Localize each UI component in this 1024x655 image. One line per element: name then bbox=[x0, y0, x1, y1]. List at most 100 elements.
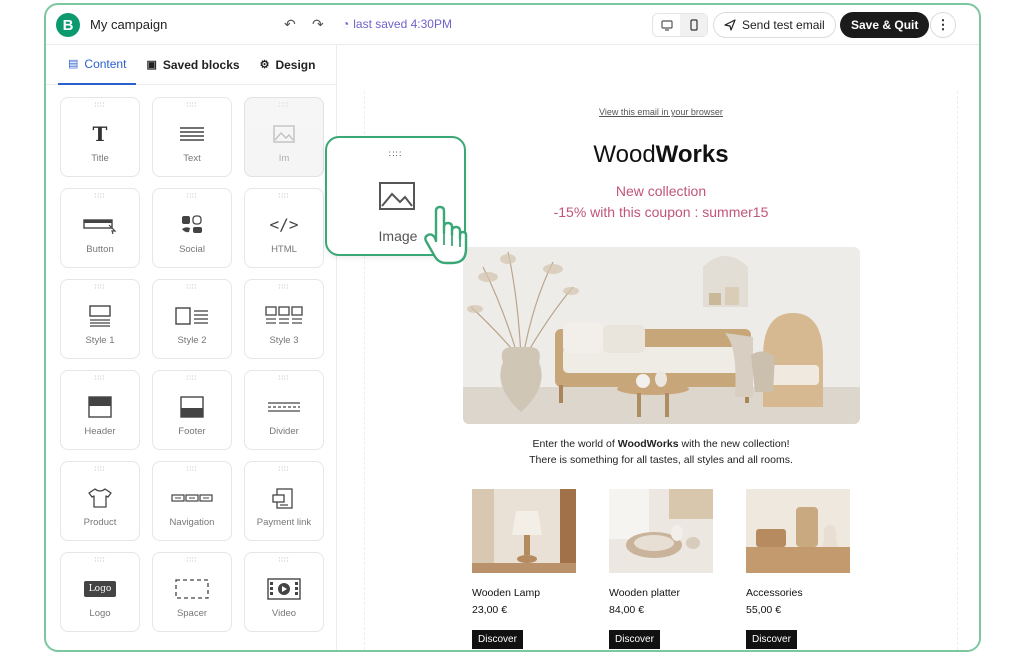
save-quit-button[interactable]: Save & Quit bbox=[840, 12, 930, 38]
block-footer[interactable]: ∷∷ Footer bbox=[152, 370, 232, 450]
block-label: HTML bbox=[271, 243, 297, 255]
product-name: Wooden Lamp bbox=[472, 587, 541, 599]
layout-icon: ▤ bbox=[68, 58, 79, 70]
blocks-sidebar: ▤ Content ▣ Saved blocks ⚙ Design ∷∷ T T… bbox=[46, 45, 337, 650]
sidebar-tabs: ▤ Content ▣ Saved blocks ⚙ Design bbox=[46, 45, 336, 85]
block-divider[interactable]: ∷∷ Divider bbox=[244, 370, 324, 450]
mobile-icon[interactable] bbox=[680, 14, 707, 36]
block-product[interactable]: ∷∷ Product bbox=[60, 461, 140, 541]
drag-handle-icon: ∷∷ bbox=[388, 149, 403, 159]
product-image-accessories[interactable] bbox=[746, 489, 850, 573]
block-label: Navigation bbox=[169, 516, 215, 528]
block-logo[interactable]: ∷∷ Logo Logo bbox=[60, 552, 140, 632]
product-image-lamp[interactable] bbox=[472, 489, 576, 573]
campaign-name[interactable]: My campaign bbox=[90, 17, 167, 32]
block-style-3[interactable]: ∷∷ Style 3 bbox=[244, 279, 324, 359]
tab-content[interactable]: ▤ Content bbox=[58, 45, 137, 85]
undo-icon[interactable]: ↶ bbox=[284, 16, 296, 33]
intro-brand: WoodWorks bbox=[617, 438, 679, 450]
block-button[interactable]: ∷∷ Button bbox=[60, 188, 140, 268]
send-test-email-button[interactable]: Send test email bbox=[713, 12, 836, 38]
drag-handle-icon: ∷∷ bbox=[278, 284, 290, 291]
product-image-platter[interactable] bbox=[609, 489, 713, 573]
block-html[interactable]: ∷∷ </> HTML bbox=[244, 188, 324, 268]
discover-button[interactable]: Discover bbox=[472, 630, 523, 649]
block-label: Title bbox=[91, 152, 109, 164]
drag-handle-icon: ∷∷ bbox=[94, 557, 106, 564]
block-grid: ∷∷ T Title ∷∷ Text ∷∷ Im ∷∷ Button ∷∷ So… bbox=[60, 97, 324, 632]
style3-icon bbox=[265, 301, 303, 331]
product-card: Accessories 55,00 € Discover bbox=[746, 489, 852, 649]
block-payment-link[interactable]: ∷∷ Payment link bbox=[244, 461, 324, 541]
drag-handle-icon: ∷∷ bbox=[186, 375, 198, 382]
block-label: Logo bbox=[89, 607, 111, 619]
product-price: 55,00 € bbox=[746, 604, 782, 616]
block-header[interactable]: ∷∷ Header bbox=[60, 370, 140, 450]
block-label: Divider bbox=[269, 425, 299, 437]
discover-button[interactable]: Discover bbox=[609, 630, 660, 649]
drag-handle-icon: ∷∷ bbox=[278, 375, 290, 382]
product-card: Wooden platter 84,00 € Discover bbox=[609, 489, 715, 649]
product-price: 84,00 € bbox=[609, 604, 645, 616]
block-text[interactable]: ∷∷ Text bbox=[152, 97, 232, 177]
top-bar: B My campaign ↶ ↷ ◔ last saved 4:30PM Se… bbox=[46, 5, 979, 45]
block-spacer[interactable]: ∷∷ Spacer bbox=[152, 552, 232, 632]
block-label: Footer bbox=[178, 425, 206, 437]
block-navigation[interactable]: ∷∷ Navigation bbox=[152, 461, 232, 541]
drag-handle-icon: ∷∷ bbox=[94, 102, 106, 109]
block-style-2[interactable]: ∷∷ Style 2 bbox=[152, 279, 232, 359]
video-icon bbox=[267, 574, 301, 604]
divider-icon bbox=[267, 392, 301, 422]
product-name: Wooden platter bbox=[609, 587, 681, 599]
hero-image[interactable] bbox=[463, 247, 860, 424]
block-label: Social bbox=[179, 243, 205, 255]
more-options-icon[interactable]: ⋮ bbox=[930, 12, 956, 38]
intro-text[interactable]: Enter the world of WoodWorks with the ne… bbox=[365, 436, 957, 468]
redo-icon[interactable]: ↷ bbox=[312, 16, 324, 33]
drag-handle-icon: ∷∷ bbox=[94, 193, 106, 200]
image-icon bbox=[273, 119, 295, 149]
desktop-icon[interactable] bbox=[653, 14, 680, 36]
block-title[interactable]: ∷∷ T Title bbox=[60, 97, 140, 177]
history-icon: ◔ bbox=[342, 17, 350, 31]
block-social[interactable]: ∷∷ Social bbox=[152, 188, 232, 268]
product-name: Accessories bbox=[746, 587, 803, 599]
send-icon bbox=[724, 19, 736, 31]
tab-design[interactable]: ⚙ Design bbox=[250, 45, 326, 85]
device-toggle bbox=[652, 13, 708, 37]
tab-content-label: Content bbox=[84, 56, 127, 71]
save-status-text: last saved 4:30PM bbox=[353, 17, 452, 31]
text-icon bbox=[180, 119, 204, 149]
button-icon bbox=[83, 210, 117, 240]
hand-cursor-icon bbox=[424, 205, 468, 270]
editor-window: B My campaign ↶ ↷ ◔ last saved 4:30PM Se… bbox=[44, 3, 981, 652]
block-image[interactable]: ∷∷ Im bbox=[244, 97, 324, 177]
drag-handle-icon: ∷∷ bbox=[278, 193, 290, 200]
footer-icon bbox=[180, 392, 204, 422]
payment-link-icon bbox=[272, 483, 296, 513]
block-video[interactable]: ∷∷ Video bbox=[244, 552, 324, 632]
block-label: Style 1 bbox=[85, 334, 115, 346]
drag-handle-icon: ∷∷ bbox=[278, 102, 290, 109]
drag-handle-icon: ∷∷ bbox=[278, 557, 290, 564]
view-in-browser-link[interactable]: View this email in your browser bbox=[365, 107, 957, 117]
block-label: Im bbox=[278, 152, 290, 164]
block-label: Style 2 bbox=[177, 334, 207, 346]
drag-handle-icon: ∷∷ bbox=[278, 466, 290, 473]
block-label: Product bbox=[83, 516, 117, 528]
title-icon: T bbox=[92, 121, 108, 146]
block-label: Button bbox=[86, 243, 114, 255]
brevo-logo[interactable]: B bbox=[56, 13, 80, 37]
block-label: Spacer bbox=[176, 607, 208, 619]
block-style-1[interactable]: ∷∷ Style 1 bbox=[60, 279, 140, 359]
tab-saved-blocks[interactable]: ▣ Saved blocks bbox=[136, 45, 249, 85]
drag-handle-icon: ∷∷ bbox=[186, 193, 198, 200]
discover-button[interactable]: Discover bbox=[746, 630, 797, 649]
intro-part2: with the new collection! bbox=[678, 438, 790, 450]
image-icon bbox=[379, 182, 415, 215]
drag-handle-icon: ∷∷ bbox=[186, 102, 198, 109]
block-label: Style 3 bbox=[269, 334, 299, 346]
logo-icon: Logo bbox=[83, 574, 117, 604]
brand-title-part1: Wood bbox=[593, 141, 656, 168]
intro-line2: There is something for all tastes, all s… bbox=[529, 454, 793, 466]
